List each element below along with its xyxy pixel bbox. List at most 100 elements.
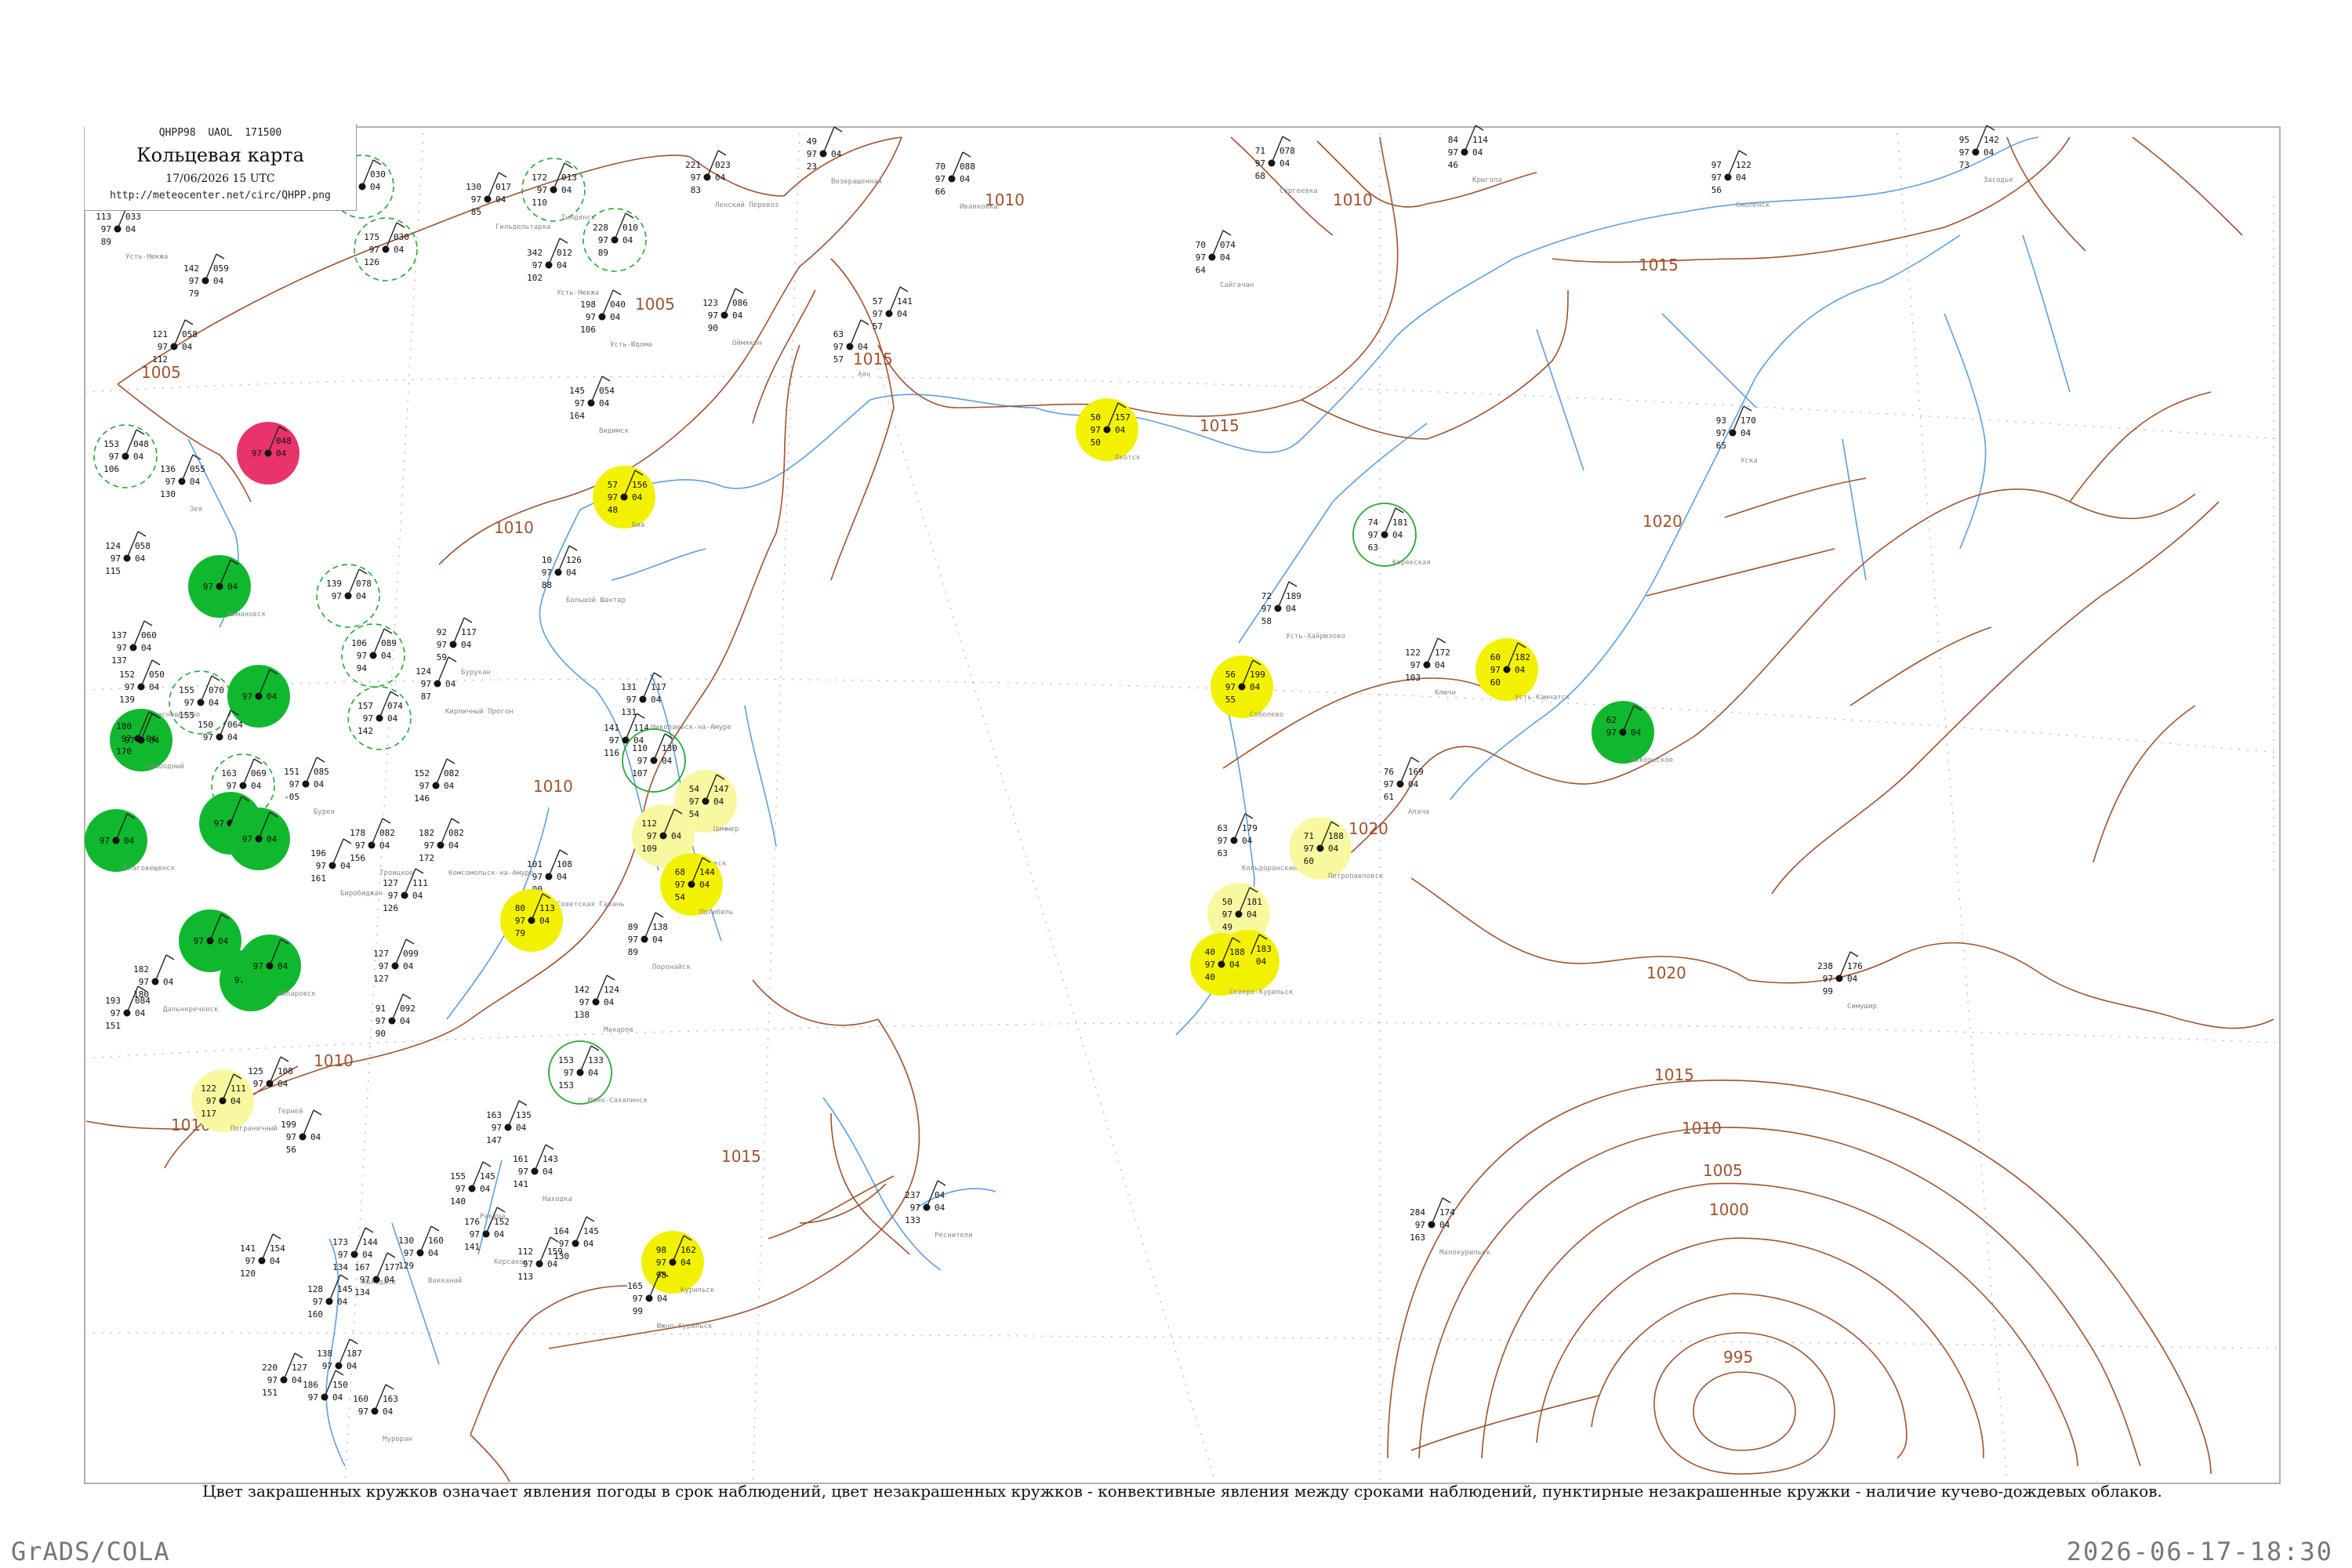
station-plot[interactable]: 76 97 61 169 04 Апача — [1384, 757, 1429, 816]
wind-barb-flag — [653, 672, 662, 678]
station-plot[interactable]: 137 97 137 060 04 — [111, 620, 157, 666]
pressure-value: 114 — [1472, 135, 1488, 145]
station-plot[interactable]: 178 97 156 082 04 Троицкое — [350, 818, 413, 877]
station-plot[interactable]: 97 048 04 — [237, 422, 299, 485]
station-plot[interactable]: 112 97 113 159 04 — [517, 1236, 563, 1282]
station-plot[interactable]: 153 97 106 048 04 — [93, 424, 158, 488]
station-plot[interactable]: 74 97 63 181 04 Корякская — [1352, 503, 1431, 567]
station-plot[interactable]: 106 97 94 089 04 — [341, 623, 405, 688]
station-plot[interactable]: 60 97 60 182 04 Усть-Камчатск — [1475, 638, 1570, 702]
station-plot[interactable]: 167 97 134 177 04 — [354, 1252, 400, 1298]
station-plot[interactable]: 153 97 153 133 04 Южно-Сахалинск — [548, 1040, 648, 1105]
station-plot[interactable]: 199 97 56 04 — [281, 1109, 322, 1155]
station-plot[interactable]: 56 97 55 199 04 Соболево — [1210, 655, 1283, 719]
station-plot[interactable]: 138 97 187 04 — [317, 1338, 362, 1371]
wind-barb-flag — [860, 319, 869, 325]
visibility-value: 97 — [253, 1079, 263, 1089]
station-plot[interactable]: 89 97 89 138 04 Поронайск — [628, 912, 691, 971]
station-plot[interactable]: 91 97 90 092 04 — [376, 993, 416, 1039]
station-plot[interactable]: 136 97 130 055 04 Зея — [160, 454, 205, 514]
station-plot[interactable]: 145 97 164 054 04 Видимск — [569, 376, 630, 435]
station-plot[interactable]: 220 97 151 127 04 — [262, 1352, 307, 1398]
station-plot[interactable]: 124 97 115 058 04 — [105, 531, 151, 576]
station-plot[interactable]: 238 97 99 176 04 Симушир — [1817, 951, 1877, 1011]
station-plot[interactable]: 62 97 04 Никольское — [1592, 701, 1673, 764]
station-name: Корякская — [1392, 559, 1431, 567]
station-plot[interactable]: 123 97 90 086 04 Оймякон — [702, 288, 762, 347]
pressure-tendency: 04 — [133, 452, 144, 462]
station-plot[interactable]: 152 97 146 082 04 — [414, 758, 459, 804]
station-plot[interactable]: 186 97 150 04 — [303, 1370, 348, 1403]
station-plot[interactable]: 182 97 172 082 04 Комсомольск-на-Амуре — [419, 818, 533, 877]
dewpoint-value: 79 — [515, 928, 525, 938]
bulletin-code: QHPP98 UAOL 171500 — [158, 127, 282, 139]
station-plot[interactable]: 175 97 126 030 04 — [354, 217, 418, 281]
station-plot[interactable]: 97 04 Благовещенск — [85, 809, 176, 873]
station-plot[interactable]: 157 97 142 074 04 — [347, 686, 412, 750]
hydrography — [187, 136, 2071, 1467]
station-plot[interactable]: 57 97 57 141 04 — [873, 286, 913, 332]
station-plot[interactable]: 97 04 Шимановск — [188, 555, 266, 619]
dewpoint-value: 127 — [373, 974, 389, 984]
station-plot[interactable]: 1559714014504Ракуша — [450, 1161, 506, 1221]
pressure-value: 156 — [632, 480, 648, 490]
station-plot[interactable]: 70 97 64 074 04 Сайгачан — [1196, 230, 1254, 289]
station-name: Смоленск — [1736, 201, 1770, 209]
station-plot[interactable]: 95 97 73 142 04 Засодье — [1959, 125, 2013, 184]
station-plot[interactable]: 10 97 88 126 04 Большой Шантар — [542, 545, 626, 604]
station-plot[interactable]: 97 04 Хабаровск — [238, 935, 316, 998]
station-plot[interactable]: 161 97 141 143 04 Находка — [513, 1144, 572, 1203]
station-plot[interactable]: 142 97 79 059 04 — [183, 253, 229, 299]
station-plot[interactable]: 139 97 078 04 — [316, 564, 380, 628]
dewpoint-value: 73 — [1959, 160, 1969, 170]
station-plot[interactable]: 160 97 163 04 Муроран — [353, 1384, 412, 1443]
station-plot[interactable]: 1769714115204Корсаков — [464, 1207, 528, 1266]
station-plot[interactable]: 127 97 127 099 04 — [373, 938, 419, 984]
station-plot[interactable]: 97 04 — [227, 808, 290, 870]
station-plot[interactable]: 63 97 57 04 Аян — [833, 319, 871, 379]
station-plot[interactable]: 221 97 83 023 04 Ленский Перевоз — [685, 150, 779, 209]
station-plot[interactable]: 142 97 138 124 04 Макаров — [574, 975, 633, 1034]
station-plot[interactable]: 342 97 102 012 04 Усть-Нюкжа — [527, 238, 599, 297]
pressure-value: 078 — [356, 579, 372, 589]
station-plot[interactable]: 151 97 -05 085 04 Бурея — [284, 757, 335, 816]
station-plot[interactable]: 125 97 108 04 Терней — [248, 1056, 303, 1116]
station-name: Усть-Нюкжа — [557, 289, 599, 297]
pressure-value: 030 — [394, 232, 409, 242]
station-plot[interactable]: 97 04 — [227, 665, 290, 728]
dewpoint-value: 85 — [471, 207, 481, 217]
station-plot[interactable]: 163 97 147 135 04 — [486, 1100, 532, 1145]
temperature-value: 167 — [354, 1262, 370, 1272]
station-plot[interactable]: 57 97 48 156 04 Биа — [593, 466, 655, 529]
station-plot[interactable]: 98979816204Курильск — [641, 1231, 715, 1294]
station-plot[interactable]: 141 97 120 154 04 — [240, 1233, 285, 1279]
station-name: Крыгола — [1472, 176, 1502, 184]
pressure-value: 187 — [347, 1348, 362, 1359]
station-plot[interactable]: 228 97 89 010 04 — [583, 208, 647, 272]
station-plot[interactable]: 121 97 112 058 04 — [152, 319, 198, 365]
visibility-value: 97 — [608, 492, 618, 503]
station-name: Вакканай — [428, 1277, 462, 1285]
station-plot[interactable]: 92 97 59 117 04 Бурукан — [437, 617, 491, 677]
station-plot[interactable]: 113 97 89 033 04 Усть-Нюкжа — [96, 201, 168, 261]
station-plot[interactable]: 63 97 63 179 04 Кольдоранский — [1218, 813, 1298, 873]
station-plot[interactable]: 124 97 87 04 Кирпичный Прогон — [416, 656, 514, 716]
station-plot[interactable]: 80 97 79 113 04 — [500, 889, 563, 952]
pressure-value: 064 — [227, 720, 243, 730]
station-plot[interactable]: 130 97 129 160 04 Вакканай — [398, 1225, 462, 1285]
dewpoint-value: 161 — [310, 873, 326, 884]
station-plot[interactable]: 122 97 117 111 04 Пограничный — [191, 1069, 278, 1133]
pressure-tendency: 04 — [858, 342, 869, 352]
station-plot[interactable]: 84 97 46 114 04 Крыгола — [1448, 125, 1502, 184]
station-plot[interactable]: 128 97 160 145 04 — [307, 1274, 353, 1319]
temperature-value: 139 — [326, 579, 342, 589]
station-name: Курильск — [681, 1287, 715, 1294]
station-plot[interactable]: 49 97 23 04 Возвращенная — [807, 126, 882, 186]
station-plot[interactable]: 284 97 163 174 04 Малокурильск — [1410, 1197, 1491, 1257]
visibility-value: 97 — [308, 1392, 318, 1403]
station-plot[interactable]: 71 97 68 078 04 Сергеевка — [1255, 136, 1318, 195]
pressure-value: 113 — [539, 903, 555, 913]
station-plot[interactable]: 172 97 110 013 04 Тындинск — [521, 158, 596, 222]
station-plot[interactable]: 122 97 103 172 04 Ключи — [1405, 637, 1456, 697]
station-plot[interactable]: 97 97 56 122 04 Смоленск — [1711, 150, 1770, 209]
